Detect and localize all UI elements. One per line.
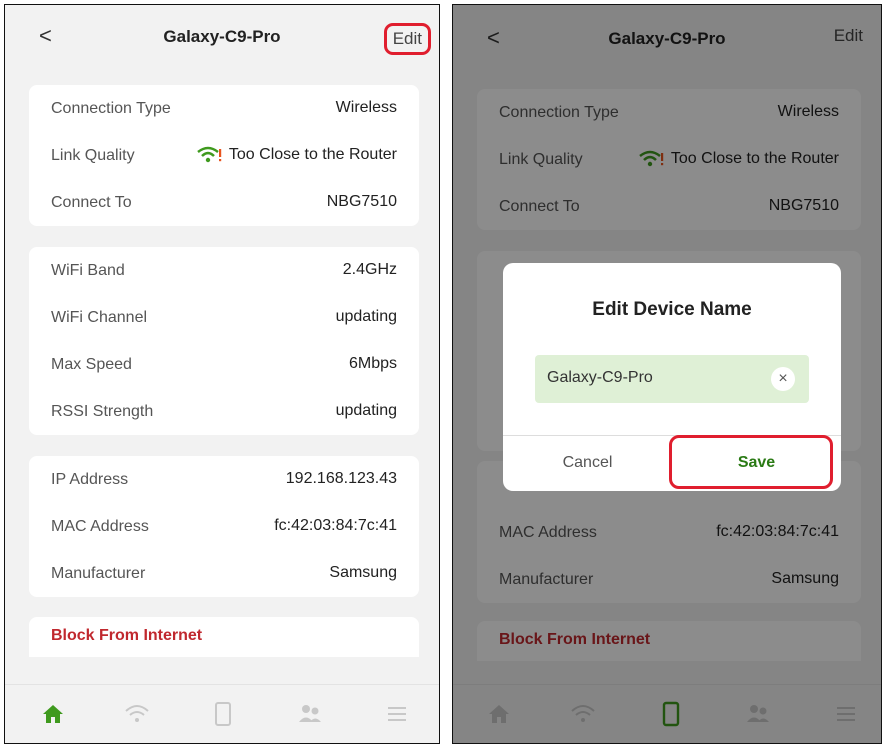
info-row: Manufacturer Samsung — [29, 550, 419, 597]
connection-card: Connection Type Wireless Link Quality To… — [29, 85, 419, 226]
row-value: 192.168.123.43 — [285, 470, 397, 487]
device-name-field[interactable]: × — [535, 355, 809, 403]
info-row: IP Address 192.168.123.43 — [29, 456, 419, 503]
row-label: Max Speed — [51, 356, 132, 373]
device-name-input[interactable] — [547, 369, 747, 387]
row-label: Link Quality — [51, 147, 135, 164]
info-row: Link Quality Too Close to the Router — [29, 132, 419, 179]
network-card: IP Address 192.168.123.43 MAC Address fc… — [29, 456, 419, 597]
row-value: Samsung — [329, 564, 397, 581]
wifi-card: WiFi Band 2.4GHz WiFi Channel updating M… — [29, 247, 419, 435]
menu-icon[interactable] — [384, 701, 410, 727]
info-row: MAC Address fc:42:03:84:7c:41 — [29, 503, 419, 550]
row-label: WiFi Band — [51, 262, 125, 279]
wifi-icon[interactable] — [124, 701, 150, 727]
info-row: Max Speed 6Mbps — [29, 341, 419, 388]
dialog-title: Edit Device Name — [592, 299, 752, 320]
row-label: Manufacturer — [51, 565, 146, 582]
wifi-warning-icon — [197, 146, 222, 163]
row-label: Connection Type — [51, 100, 171, 117]
phone-icon[interactable] — [210, 701, 236, 727]
row-label: Connect To — [51, 194, 132, 211]
row-label: IP Address — [51, 471, 129, 488]
row-value: updating — [335, 402, 397, 419]
home-icon[interactable] — [40, 701, 66, 727]
top-nav: < Galaxy-C9-Pro Edit — [5, 5, 439, 69]
row-value: 6Mbps — [348, 355, 397, 372]
row-label: MAC Address — [51, 518, 149, 535]
device-detail-screen-dialog: < Galaxy-C9-Pro Edit Connection Type Wir… — [452, 4, 882, 744]
users-icon[interactable] — [297, 701, 323, 727]
row-value: fc:42:03:84:7c:41 — [274, 517, 397, 534]
clear-icon[interactable]: × — [771, 367, 795, 391]
row-value: Wireless — [335, 99, 397, 116]
info-row: WiFi Channel updating — [29, 294, 419, 341]
info-row: WiFi Band 2.4GHz — [29, 247, 419, 294]
row-value: NBG7510 — [326, 193, 397, 210]
info-row: Connect To NBG7510 — [29, 179, 419, 226]
device-detail-screen: < Galaxy-C9-Pro Edit Connection Type Wir… — [4, 4, 440, 744]
row-value: 2.4GHz — [342, 261, 397, 278]
save-button[interactable]: Save — [672, 435, 841, 491]
cancel-button[interactable]: Cancel — [503, 435, 672, 491]
row-value: Too Close to the Router — [228, 146, 397, 163]
row-label: RSSI Strength — [51, 403, 154, 420]
bottom-tab-bar — [5, 684, 439, 743]
block-internet-button[interactable]: Block From Internet — [51, 627, 202, 645]
row-value: updating — [335, 308, 397, 325]
row-label: WiFi Channel — [51, 309, 148, 326]
edit-name-dialog: Edit Device Name × Cancel Save — [503, 263, 841, 491]
row-value-group: Too Close to the Router — [197, 146, 397, 164]
block-card[interactable]: Block From Internet — [29, 617, 419, 657]
info-row: Connection Type Wireless — [29, 85, 419, 132]
page-title: Galaxy-C9-Pro — [163, 27, 281, 46]
edit-button[interactable]: Edit — [383, 23, 431, 55]
info-row: RSSI Strength updating — [29, 388, 419, 435]
